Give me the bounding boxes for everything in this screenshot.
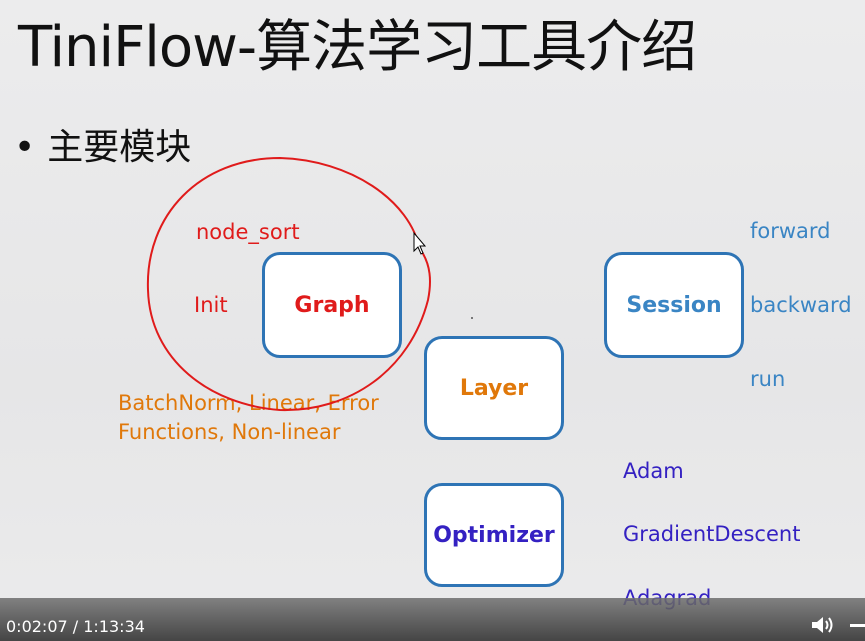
mouse-cursor-icon bbox=[413, 231, 427, 255]
bullet-item: • 主要模块 bbox=[14, 118, 191, 170]
adam-label: Adam bbox=[623, 459, 684, 483]
node-sort-label: node_sort bbox=[196, 220, 300, 244]
optimizer-module-box: Optimizer bbox=[424, 483, 564, 587]
volume-slider[interactable] bbox=[850, 624, 865, 627]
playback-time: 0:02:07 / 1:13:34 bbox=[6, 617, 145, 636]
layer-module-box: Layer bbox=[424, 336, 564, 440]
session-module-label: Session bbox=[626, 292, 722, 318]
video-slide: TiniFlow-算法学习工具介绍 • 主要模块 node_sort Init G… bbox=[0, 0, 865, 641]
speaker-icon[interactable] bbox=[810, 614, 836, 636]
forward-label: forward bbox=[750, 219, 831, 243]
video-control-bar[interactable]: 0:02:07 / 1:13:34 bbox=[0, 598, 865, 641]
layer-notes-line2: Functions, Non-linear bbox=[118, 420, 341, 444]
init-label: Init bbox=[194, 293, 228, 317]
bullet-marker: • bbox=[14, 127, 36, 168]
slide-title: TiniFlow-算法学习工具介绍 bbox=[18, 15, 697, 80]
gradient-descent-label: GradientDescent bbox=[623, 522, 801, 546]
session-module-box: Session bbox=[604, 252, 744, 358]
backward-label: backward bbox=[750, 293, 852, 317]
optimizer-module-label: Optimizer bbox=[433, 522, 555, 548]
graph-module-label: Graph bbox=[294, 292, 370, 318]
layer-notes-line1: BatchNorm, Linear, Error bbox=[118, 391, 379, 415]
graph-module-box: Graph bbox=[262, 252, 402, 358]
layer-module-label: Layer bbox=[459, 375, 529, 401]
bullet-text: 主要模块 bbox=[47, 127, 192, 168]
run-label: run bbox=[750, 367, 786, 391]
